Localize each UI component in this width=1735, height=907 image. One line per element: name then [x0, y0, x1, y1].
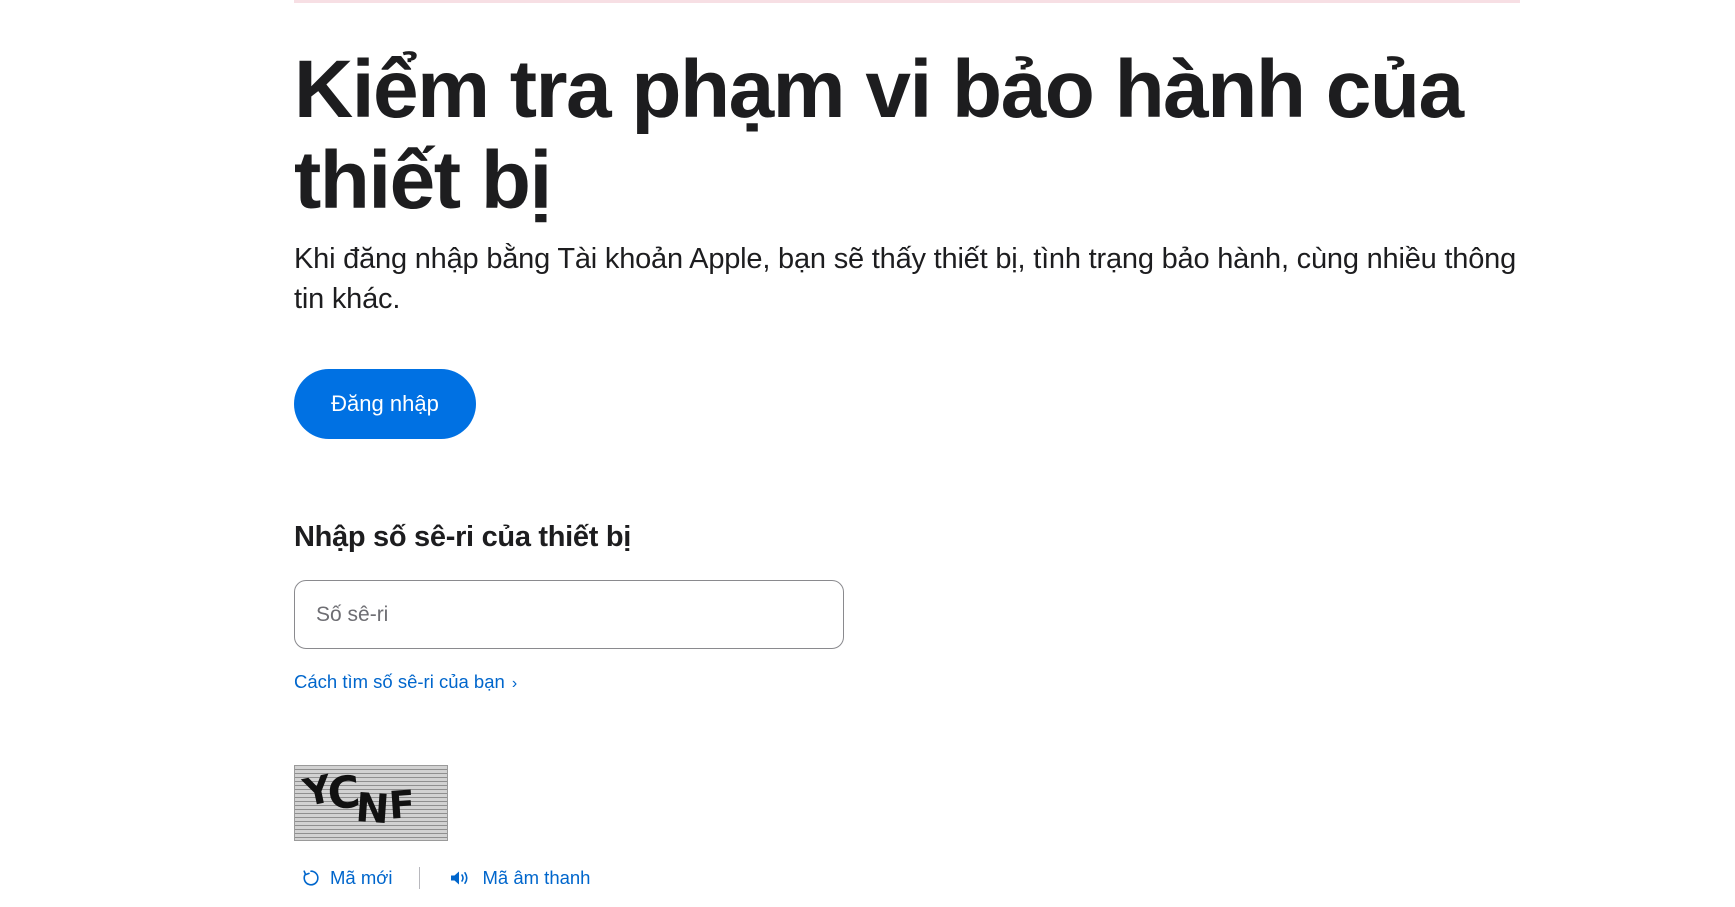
captcha-image: Y C N F [294, 765, 448, 841]
find-serial-link[interactable]: Cách tìm số sê-ri của bạn › [294, 671, 517, 693]
captcha-actions-divider [418, 867, 420, 889]
main-content: Kiểm tra phạm vi bảo hành của thiết bị K… [294, 44, 1534, 319]
new-code-button[interactable]: Mã mới [302, 867, 393, 889]
new-code-label: Mã mới [330, 867, 393, 888]
serial-number-input[interactable] [294, 580, 844, 649]
find-serial-link-label: Cách tìm số sê-ri của bạn [294, 671, 505, 692]
refresh-icon [303, 870, 319, 886]
audio-code-label: Mã âm thanh [482, 867, 591, 888]
top-divider [294, 0, 1520, 3]
captcha-char: F [387, 782, 416, 828]
sign-in-button[interactable]: Đăng nhập [294, 369, 476, 439]
captcha-actions: Mã mới Mã âm thanh [302, 866, 590, 890]
captcha-char: N [354, 785, 391, 833]
serial-heading: Nhập số sê-ri của thiết bị [294, 521, 632, 553]
chevron-right-icon: › [511, 675, 518, 692]
captcha-glyphs: Y C N F [299, 766, 417, 833]
audio-code-button[interactable]: Mã âm thanh [449, 867, 591, 889]
page-subtitle: Khi đăng nhập bằng Tài khoản Apple, bạn … [294, 243, 1516, 315]
page-title: Kiểm tra phạm vi bảo hành của thiết bị [294, 44, 1464, 226]
speaker-icon [450, 871, 468, 885]
